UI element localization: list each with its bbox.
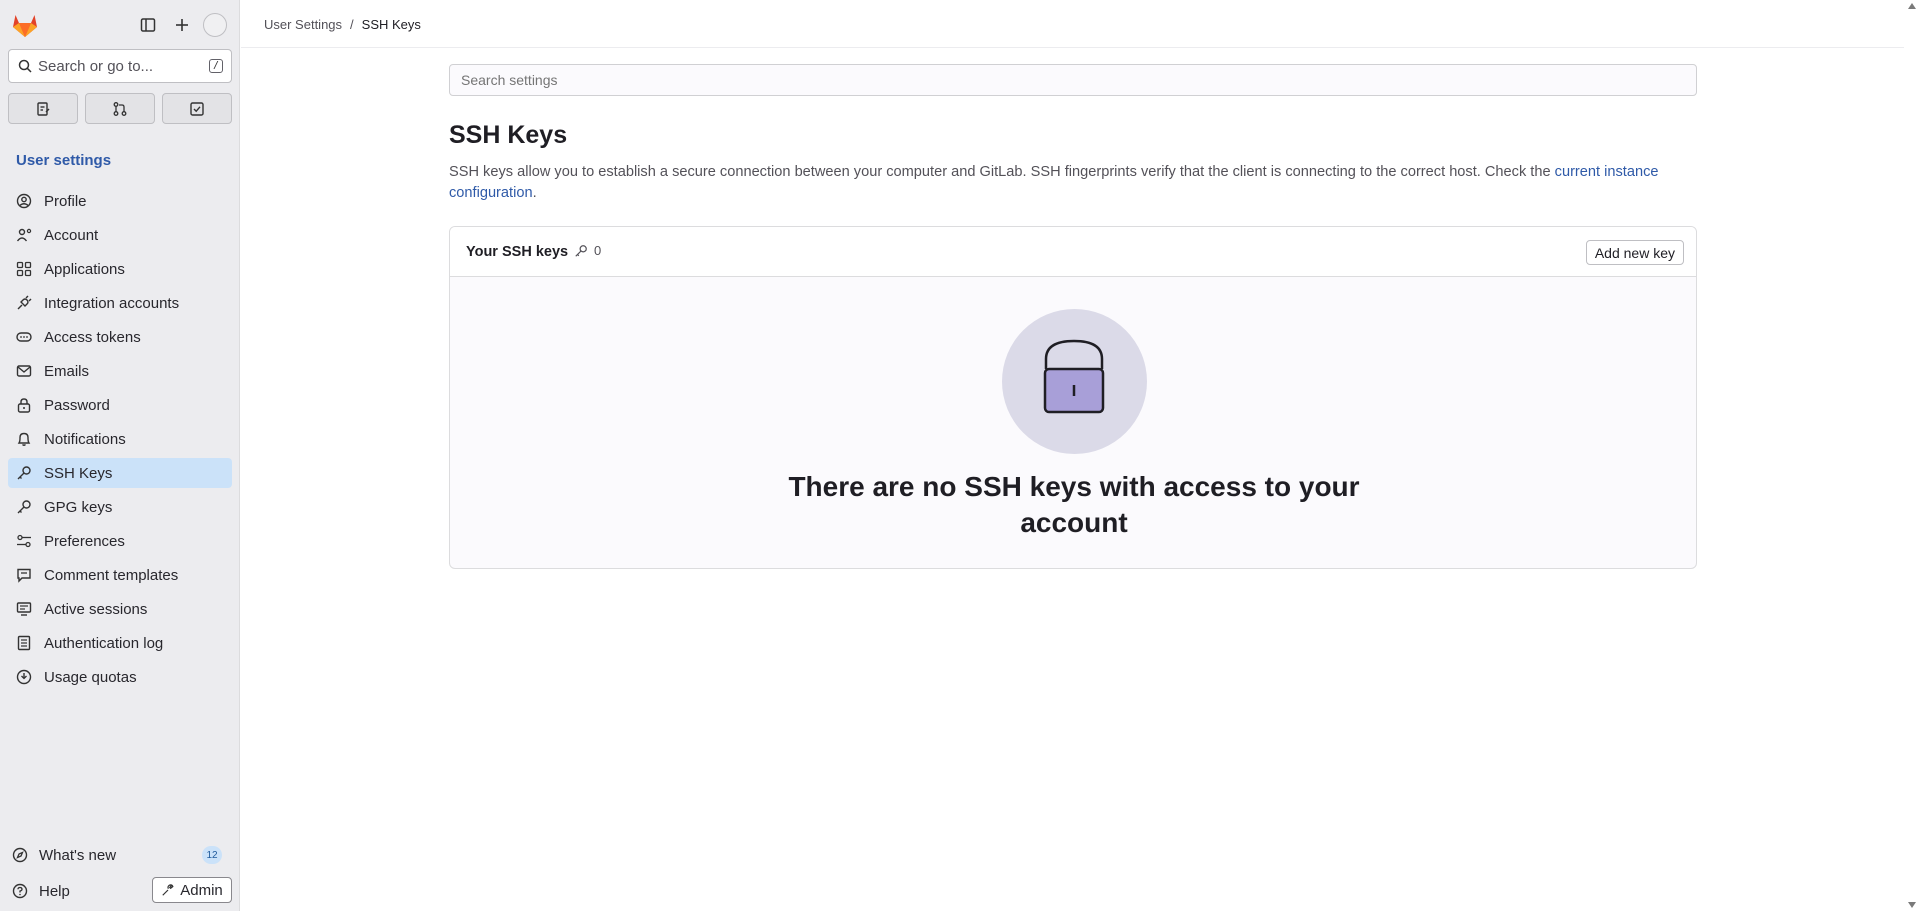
sidebar-item-label: Comment templates — [44, 566, 179, 584]
sidebar-item-authentication-log[interactable]: Authentication log — [8, 628, 232, 658]
scroll-up-arrow-icon[interactable] — [1908, 3, 1916, 9]
padlock-icon — [1043, 339, 1105, 414]
empty-state-illustration — [1002, 309, 1147, 454]
whats-new-link[interactable]: What's new 12 — [8, 841, 232, 869]
sidebar-item-gpg-keys[interactable]: GPG keys — [8, 492, 232, 522]
sidebar-item-applications[interactable]: Applications — [8, 254, 232, 284]
applications-icon — [16, 261, 32, 277]
merge-requests-button[interactable] — [85, 93, 155, 124]
sidebar-section-title[interactable]: User settings — [16, 152, 111, 169]
help-label: Help — [39, 882, 70, 900]
help-link[interactable]: Help Admin — [8, 877, 232, 905]
scroll-down-arrow-icon[interactable] — [1908, 902, 1916, 908]
key-icon — [575, 244, 587, 257]
sidebar-item-access-tokens[interactable]: Access tokens — [8, 322, 232, 352]
key-icon — [16, 465, 32, 481]
sidebar-item-profile[interactable]: Profile — [8, 186, 232, 216]
vertical-scrollbar[interactable] — [1904, 0, 1920, 911]
sidebar: Search or go to... / User settings Profi… — [0, 0, 240, 911]
issues-icon — [37, 101, 50, 116]
sidebar-item-label: Emails — [44, 362, 90, 380]
search-icon — [18, 59, 32, 73]
sidebar-item-label: Authentication log — [44, 634, 164, 652]
sidebar-item-label: Account — [44, 226, 99, 244]
token-icon — [16, 329, 32, 345]
ssh-key-count-value: 0 — [594, 243, 602, 258]
sidebar-item-integration-accounts[interactable]: Integration accounts — [8, 288, 232, 318]
description-text: SSH keys allow you to establish a secure… — [449, 164, 1551, 180]
sidebar-top-bar — [0, 10, 240, 40]
avatar[interactable] — [203, 13, 227, 37]
sidebar-item-ssh-keys[interactable]: SSH Keys — [8, 458, 232, 488]
plus-icon[interactable] — [169, 12, 195, 38]
monitor-icon — [16, 601, 32, 617]
sidebar-item-comment-templates[interactable]: Comment templates — [8, 560, 232, 590]
top-bar: User Settings / SSH Keys — [241, 0, 1904, 48]
breadcrumb: User Settings / SSH Keys — [264, 17, 421, 32]
ssh-keys-card: Your SSH keys 0 Add new key There are no… — [449, 226, 1697, 569]
sidebar-item-label: Notifications — [44, 430, 126, 448]
keyboard-shortcut-badge: / — [209, 59, 223, 73]
sidebar-item-label: GPG keys — [44, 498, 113, 516]
ssh-key-count: 0 — [574, 243, 601, 258]
sidebar-item-label: Profile — [44, 192, 87, 210]
key-icon — [16, 499, 32, 515]
sidebar-item-account[interactable]: Account — [8, 220, 232, 250]
sidebar-item-label: Preferences — [44, 532, 125, 550]
wrench-icon — [162, 884, 174, 896]
admin-label: Admin — [180, 881, 223, 899]
card-title: Your SSH keys — [466, 244, 569, 260]
sidebar-item-label: Usage quotas — [44, 668, 137, 686]
preferences-icon — [16, 533, 32, 549]
bell-icon — [16, 431, 32, 447]
whats-new-count-badge: 12 — [202, 846, 222, 864]
gitlab-logo-icon[interactable] — [11, 12, 39, 38]
sidebar-item-usage-quotas[interactable]: Usage quotas — [8, 662, 232, 692]
quick-actions — [8, 93, 232, 124]
mail-icon — [16, 363, 32, 379]
sidebar-item-label: Password — [44, 396, 110, 414]
empty-state-message: There are no SSH keys with access to you… — [788, 471, 1360, 538]
plug-icon — [16, 295, 32, 311]
compass-icon — [12, 847, 28, 863]
card-header: Your SSH keys 0 Add new key — [450, 227, 1696, 277]
admin-button[interactable]: Admin — [152, 877, 232, 903]
lock-icon — [16, 397, 32, 413]
search-or-go-label: Search or go to... — [38, 57, 154, 75]
log-icon — [16, 635, 32, 651]
page-description: SSH keys allow you to establish a secure… — [449, 162, 1697, 204]
todos-button[interactable] — [162, 93, 232, 124]
sidebar-item-label: Active sessions — [44, 600, 148, 618]
sidebar-item-notifications[interactable]: Notifications — [8, 424, 232, 454]
breadcrumb-separator: / — [350, 17, 354, 32]
sidebar-item-label: Access tokens — [44, 328, 141, 346]
profile-icon — [16, 193, 32, 209]
add-new-key-button[interactable]: Add new key — [1585, 240, 1684, 265]
account-icon — [16, 227, 32, 243]
sidebar-item-label: Integration accounts — [44, 294, 180, 312]
quota-icon — [16, 669, 32, 685]
sidebar-item-label: SSH Keys — [44, 464, 113, 482]
description-end: . — [532, 185, 537, 201]
sidebar-toggle-icon[interactable] — [135, 12, 161, 38]
help-icon — [12, 883, 28, 899]
issues-button[interactable] — [8, 93, 78, 124]
sidebar-item-password[interactable]: Password — [8, 390, 232, 420]
sidebar-item-active-sessions[interactable]: Active sessions — [8, 594, 232, 624]
search-settings-input[interactable] — [449, 64, 1697, 96]
breadcrumb-current[interactable]: SSH Keys — [362, 17, 421, 32]
merge-request-icon — [113, 101, 127, 116]
whats-new-label: What's new — [39, 846, 117, 864]
todo-check-icon — [190, 101, 204, 116]
page-title: SSH Keys — [449, 121, 568, 149]
sidebar-item-label: Applications — [44, 260, 125, 278]
sidebar-item-preferences[interactable]: Preferences — [8, 526, 232, 556]
sidebar-item-emails[interactable]: Emails — [8, 356, 232, 386]
breadcrumb-user-settings[interactable]: User Settings — [264, 17, 342, 32]
settings-nav: Profile Account Applications Integration… — [8, 186, 232, 696]
comment-icon — [16, 567, 32, 583]
search-or-go-button[interactable]: Search or go to... / — [8, 49, 232, 83]
